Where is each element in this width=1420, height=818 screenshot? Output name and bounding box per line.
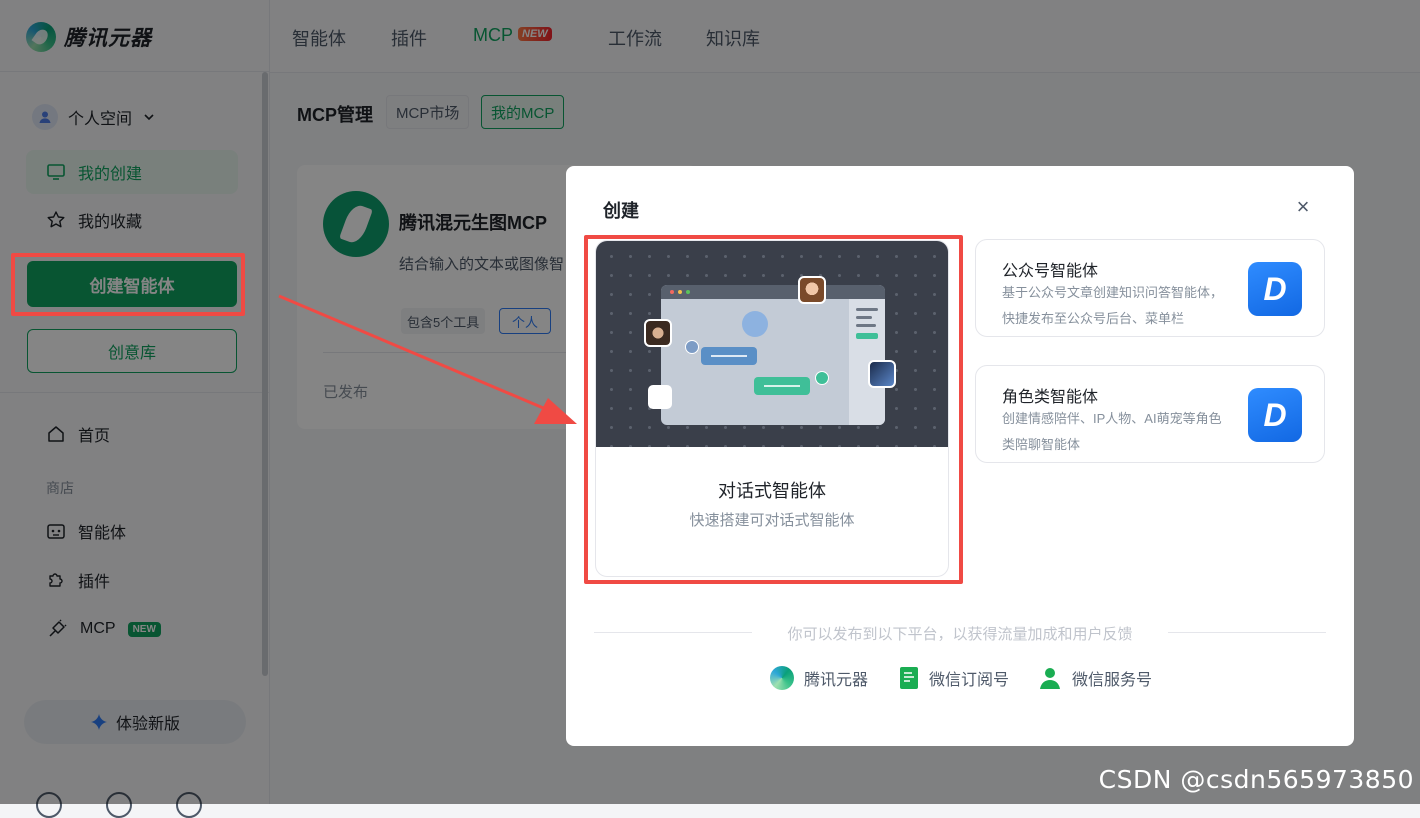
annotation-arrow-icon <box>278 294 577 424</box>
watermark: CSDN @csdn565973850 <box>1098 765 1414 794</box>
